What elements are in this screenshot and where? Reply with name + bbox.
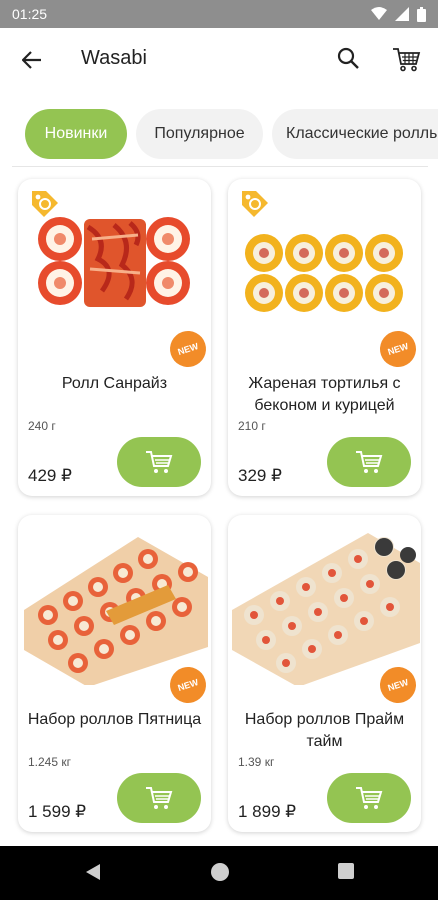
product-weight: 1.245 кг xyxy=(28,755,71,769)
cart-button[interactable] xyxy=(390,43,422,75)
product-name: Набор роллов Пятница xyxy=(27,711,202,728)
product-name: Набор роллов Прайм тайм xyxy=(244,711,405,750)
status-time: 01:25 xyxy=(12,6,48,22)
product-weight: 210 г xyxy=(238,419,266,433)
back-button[interactable] xyxy=(18,46,46,74)
status-bar: 01:25 xyxy=(0,0,438,28)
cart-icon xyxy=(356,451,383,473)
discount-tag-icon xyxy=(32,191,58,217)
add-to-cart-button[interactable] xyxy=(327,437,411,487)
tab-classic-rolls[interactable]: Классические роллы xyxy=(272,109,438,159)
divider xyxy=(12,166,428,167)
page-title: Wasabi xyxy=(81,47,147,69)
cart-icon xyxy=(356,787,383,809)
product-price: 1 599 ₽ xyxy=(28,802,87,821)
battery-icon xyxy=(417,6,426,22)
product-weight: 240 г xyxy=(28,419,56,433)
product-name: Жареная тортилья с беконом и курицей xyxy=(248,375,401,414)
product-price: 1 899 ₽ xyxy=(238,802,297,821)
product-card[interactable]: NEW Ролл Санрайз 240 г 429 ₽ xyxy=(18,179,211,496)
category-tabs: Новинки Популярное Классические роллы xyxy=(0,104,438,162)
cart-icon xyxy=(146,451,173,473)
add-to-cart-button[interactable] xyxy=(117,437,201,487)
product-price: 329 ₽ xyxy=(238,466,282,485)
cart-icon xyxy=(393,48,421,72)
tab-new[interactable]: Новинки xyxy=(25,109,127,159)
product-card[interactable]: NEW Жареная тортилья с беконом и курицей… xyxy=(228,179,421,496)
signal-icon xyxy=(395,7,409,21)
arrow-left-icon xyxy=(22,51,41,69)
app-bar: Wasabi xyxy=(0,28,438,90)
nav-home-icon[interactable] xyxy=(210,862,230,882)
product-weight: 1.39 кг xyxy=(238,755,275,769)
add-to-cart-button[interactable] xyxy=(117,773,201,823)
discount-tag-icon xyxy=(242,191,268,217)
search-icon xyxy=(337,47,359,69)
product-image xyxy=(24,537,208,685)
product-card[interactable]: NEW Набор роллов Пятница 1.245 кг 1 599 … xyxy=(18,515,211,832)
product-card[interactable]: NEW Набор роллов Прайм тайм 1.39 кг 1 89… xyxy=(228,515,421,832)
product-price: 429 ₽ xyxy=(28,466,72,485)
tab-popular[interactable]: Популярное xyxy=(136,109,263,159)
search-button[interactable] xyxy=(334,44,364,74)
add-to-cart-button[interactable] xyxy=(327,773,411,823)
nav-recents-icon[interactable] xyxy=(337,862,355,880)
product-name: Ролл Санрайз xyxy=(61,375,168,392)
nav-back-icon[interactable] xyxy=(84,862,102,882)
system-nav-bar xyxy=(0,846,438,900)
cart-icon xyxy=(146,787,173,809)
product-image xyxy=(232,533,420,685)
wifi-icon xyxy=(371,7,387,20)
